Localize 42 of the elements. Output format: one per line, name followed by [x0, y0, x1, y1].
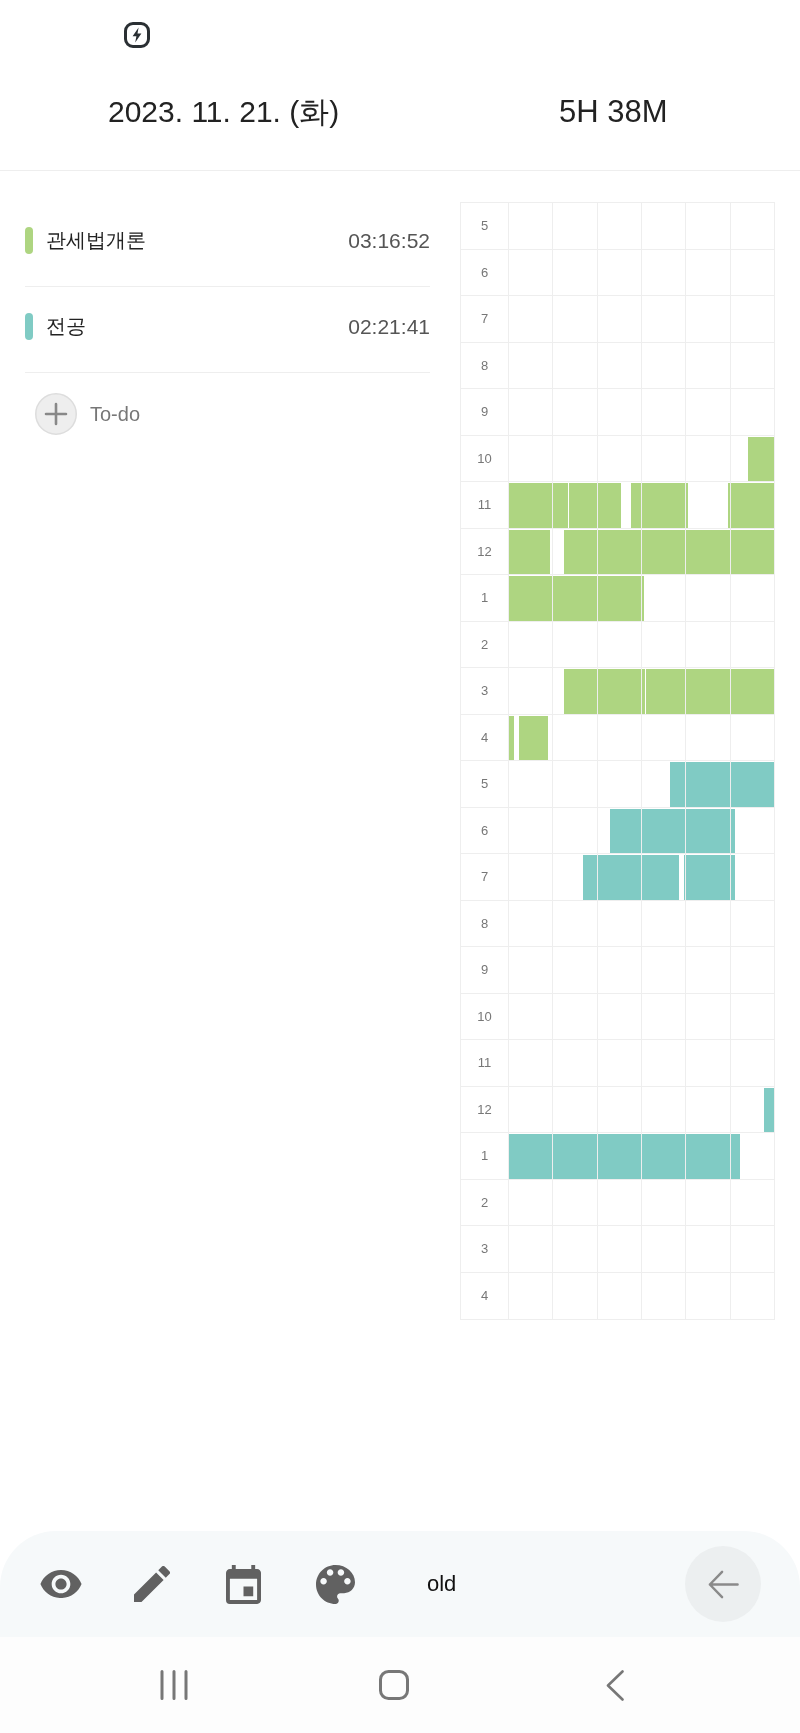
- hour-label: 5: [480, 218, 489, 234]
- hour-label: 5: [480, 776, 489, 792]
- hour-label: 12: [477, 543, 492, 559]
- hour-label: 4: [480, 729, 489, 745]
- back-icon[interactable]: [606, 1669, 624, 1701]
- hour-label: 1: [480, 1148, 489, 1164]
- date-title: 2023. 11. 21. (화): [108, 94, 340, 130]
- calendar-icon[interactable]: [226, 1564, 261, 1604]
- hour-label: 11: [477, 497, 492, 513]
- subject-name: 전공: [46, 314, 86, 339]
- hour-label: 10: [477, 1008, 492, 1024]
- mode-text-button[interactable]: old: [427, 1571, 457, 1597]
- hour-label: 2: [480, 636, 489, 652]
- hour-label: 3: [480, 683, 489, 699]
- hour-label: 9: [480, 962, 489, 978]
- hour-label: 3: [480, 1241, 489, 1257]
- plus-icon: [35, 393, 77, 435]
- study-time: 02:21:41: [348, 314, 430, 339]
- pencil-icon[interactable]: [134, 1566, 170, 1602]
- eye-icon[interactable]: [40, 1569, 82, 1599]
- hour-label: 8: [480, 915, 489, 931]
- hour-label: 11: [477, 1055, 492, 1071]
- hour-label: 4: [480, 1288, 489, 1304]
- hour-label: 7: [480, 311, 489, 327]
- recent-apps-icon[interactable]: [160, 1670, 188, 1700]
- palette-icon[interactable]: [316, 1564, 355, 1604]
- study-time: 03:16:52: [348, 228, 430, 253]
- home-icon[interactable]: [379, 1670, 409, 1700]
- hour-label: 12: [477, 1101, 492, 1117]
- subject-name: 관세법개론: [46, 228, 146, 253]
- hour-label: 1: [480, 590, 489, 606]
- hour-label: 8: [480, 357, 489, 373]
- hour-label: 9: [480, 404, 489, 420]
- hour-label: 10: [477, 450, 492, 466]
- add-todo-button[interactable]: To-do: [25, 373, 141, 455]
- hour-label: 6: [480, 264, 489, 280]
- lightning-icon: [124, 22, 150, 48]
- hour-label: 2: [480, 1194, 489, 1210]
- total-time: 5H 38M: [559, 94, 668, 130]
- hour-label: 7: [480, 869, 489, 885]
- arrow-left-icon: [706, 1568, 740, 1600]
- hour-label: 6: [480, 822, 489, 838]
